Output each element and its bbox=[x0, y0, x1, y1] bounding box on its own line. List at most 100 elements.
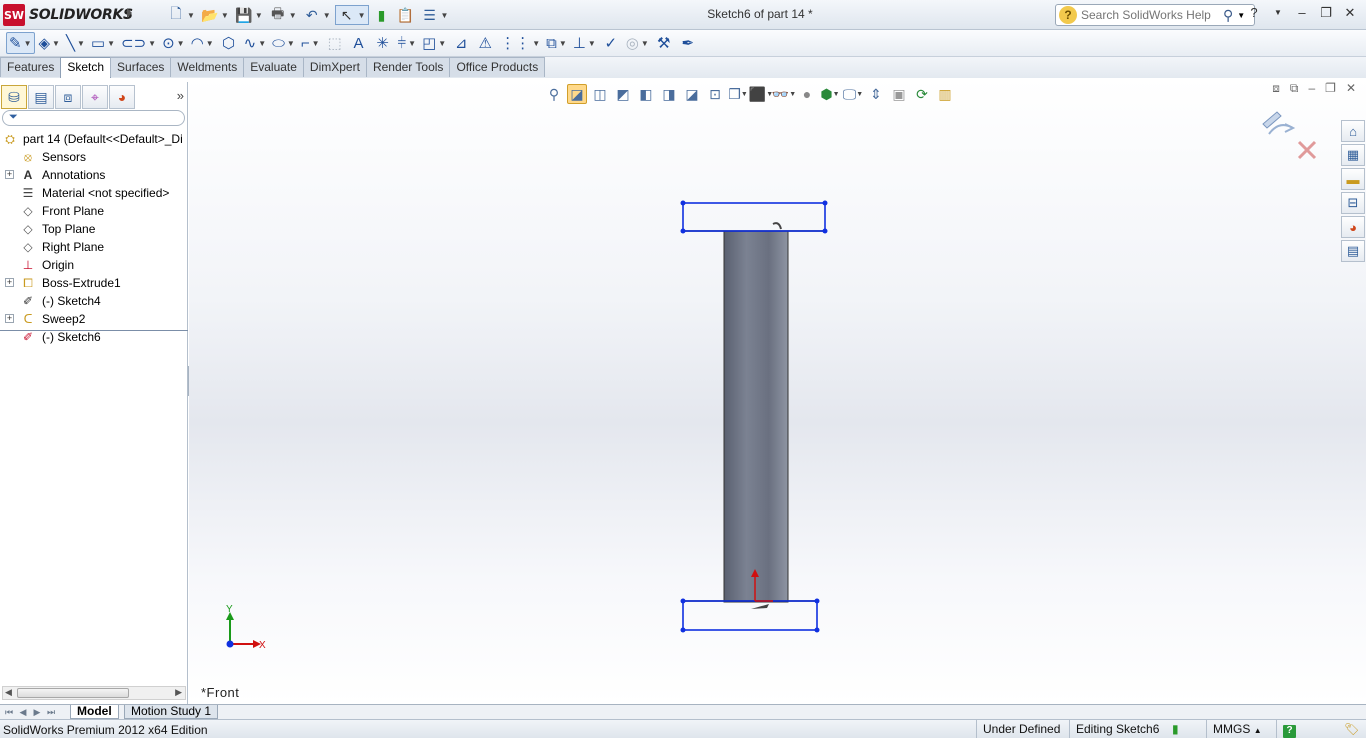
chevron-down-icon[interactable]: ▼ bbox=[187, 11, 195, 20]
circle-button[interactable]: ⊙ ▼ bbox=[160, 32, 187, 54]
tab-dimxpert[interactable]: DimXpert bbox=[302, 57, 367, 77]
graphics-area[interactable]: Y X ⚲ ◪ ◫ ◩ ◧ ◨ ◪ ⊡ ❒ ▼ ⬛ ▼ 👓 ▼ ● ⬢ ▼ 🖵 ▼ ⇕ ▣… bbox=[189, 78, 1366, 704]
tab-render-tools[interactable]: Render Tools bbox=[365, 57, 451, 77]
expand-plus-icon[interactable]: + bbox=[5, 314, 14, 323]
plane-button[interactable]: ⬚ bbox=[324, 32, 346, 54]
line-button[interactable]: ╲ ▼ bbox=[64, 32, 87, 54]
tree-item-origin[interactable]: ⊥ Origin bbox=[0, 256, 188, 274]
view-right-button[interactable]: ◧ bbox=[636, 84, 656, 104]
tab-motion-study[interactable]: Motion Study 1 bbox=[124, 705, 219, 719]
tab-model[interactable]: Model bbox=[70, 705, 119, 719]
chevron-down-icon[interactable]: ▼ bbox=[532, 39, 540, 48]
zoom-to-fit-button[interactable]: ⚲ bbox=[544, 84, 564, 104]
chevron-down-icon[interactable]: ▼ bbox=[358, 11, 366, 20]
tab-display-manager[interactable]: ◕ bbox=[109, 85, 135, 109]
chevron-down-icon[interactable]: ▼ bbox=[438, 39, 446, 48]
tree-item-right-plane[interactable]: ◇ Right Plane bbox=[0, 238, 188, 256]
convert-entities-button[interactable]: ◰ ▼ bbox=[420, 32, 448, 54]
quick-tips-button[interactable]: ? bbox=[1276, 720, 1302, 738]
chevron-down-icon[interactable]: ▼ bbox=[856, 91, 863, 98]
chevron-down-icon[interactable]: ▼ bbox=[221, 11, 229, 20]
fillet-button[interactable]: ⌐ ▼ bbox=[299, 32, 322, 54]
rectangle-button[interactable]: ▭ ▼ bbox=[89, 32, 117, 54]
chevron-down-icon[interactable]: ▼ bbox=[1237, 11, 1245, 20]
chevron-down-icon[interactable]: ▼ bbox=[441, 11, 449, 20]
tab-features[interactable]: Features bbox=[0, 57, 62, 77]
chevron-down-icon[interactable]: ▼ bbox=[312, 39, 320, 48]
tree-item-material[interactable]: ☰ Material <not specified> bbox=[0, 184, 188, 202]
cancel-sketch-icon[interactable] bbox=[1297, 140, 1317, 160]
chevron-down-icon[interactable]: ▼ bbox=[289, 11, 297, 20]
minimize-icon[interactable]: – bbox=[1308, 81, 1315, 95]
scrollbar-thumb[interactable] bbox=[17, 688, 129, 698]
last-tab-icon[interactable]: ⏭ bbox=[45, 706, 57, 718]
tab-office-products[interactable]: Office Products bbox=[449, 57, 546, 77]
next-tab-icon[interactable]: ▶ bbox=[31, 706, 43, 718]
tree-item-annotations[interactable]: + A Annotations bbox=[0, 166, 188, 184]
help-search-box[interactable]: ? ⚲ ▼ bbox=[1055, 4, 1255, 26]
solidworks-logo[interactable]: SW SOLIDWORKS bbox=[0, 0, 136, 30]
options-button[interactable]: ☰ ▼ bbox=[419, 5, 451, 25]
chevron-down-icon[interactable]: ▼ bbox=[148, 39, 156, 48]
edit-appearance-button[interactable]: ● bbox=[797, 84, 817, 104]
tab-evaluate[interactable]: Evaluate bbox=[243, 57, 304, 77]
resources-tab[interactable]: ⌂ bbox=[1341, 120, 1365, 142]
slot-button[interactable]: ⊂⊃ ▼ bbox=[119, 32, 158, 54]
tree-item-top-plane[interactable]: ◇ Top Plane bbox=[0, 220, 188, 238]
sketch-button[interactable]: ✎ ▼ bbox=[6, 32, 35, 54]
custom-properties-tab[interactable]: ▤ bbox=[1341, 240, 1365, 262]
open-button[interactable]: 📂 ▼ bbox=[199, 5, 231, 25]
chevron-down-icon[interactable]: ▼ bbox=[177, 39, 185, 48]
tab-property-manager[interactable]: ▤ bbox=[28, 85, 54, 109]
polygon-button[interactable]: ⬡ bbox=[218, 32, 240, 54]
restore-icon[interactable]: ❐ bbox=[1325, 81, 1336, 95]
apply-scene-button[interactable]: ⬢ ▼ bbox=[820, 84, 840, 104]
appearances-tab[interactable]: ◕ bbox=[1341, 216, 1365, 238]
chevron-down-icon[interactable]: ▼ bbox=[559, 39, 567, 48]
display-style-button[interactable]: ⬛ ▼ bbox=[749, 84, 773, 104]
file-explorer-tab[interactable]: ▬ bbox=[1341, 168, 1365, 190]
file-properties-button[interactable]: 📋 bbox=[395, 5, 417, 25]
view-top-button[interactable]: ◨ bbox=[659, 84, 679, 104]
chevron-down-icon[interactable]: ▼ bbox=[741, 91, 748, 98]
view-settings-button[interactable]: 🖵 ▼ bbox=[843, 84, 863, 104]
exit-sketch-icon[interactable] bbox=[1262, 111, 1296, 135]
offset-entities-button[interactable]: ⊿ bbox=[450, 32, 472, 54]
smart-dimension-button[interactable]: ◈ ▼ bbox=[37, 32, 62, 54]
chevron-down-icon[interactable]: ▼ bbox=[206, 39, 214, 48]
tag-icon[interactable]: 🏷 bbox=[1338, 720, 1365, 738]
chevron-down-icon[interactable]: ▼ bbox=[287, 39, 295, 48]
ellipse-button[interactable]: ⬭ ▼ bbox=[270, 32, 297, 54]
help-menu-icon[interactable]: ? bbox=[1246, 5, 1262, 21]
repair-sketch-button[interactable]: ✓ bbox=[600, 32, 622, 54]
instant-3d-button[interactable]: ⚒ bbox=[653, 32, 675, 54]
section-view-button[interactable]: ▣ bbox=[889, 84, 909, 104]
rebuild-indicator[interactable]: ▮ bbox=[1166, 720, 1200, 738]
select-button[interactable]: ↖ ▼ bbox=[334, 5, 369, 25]
move-entities-button[interactable]: ⧉ ▼ bbox=[544, 32, 569, 54]
split-view-icon[interactable]: ⧉ bbox=[1290, 81, 1299, 96]
chevron-down-icon[interactable]: ▼ bbox=[408, 39, 416, 48]
tab-feature-manager[interactable]: ⛁ bbox=[1, 85, 27, 109]
expand-plus-icon[interactable]: + bbox=[5, 170, 14, 179]
arc-button[interactable]: ◠ ▼ bbox=[189, 32, 216, 54]
chevron-down-icon[interactable]: ▼ bbox=[323, 11, 331, 20]
tree-item-front-plane[interactable]: ◇ Front Plane bbox=[0, 202, 188, 220]
chevron-down-icon[interactable]: ▼ bbox=[52, 39, 60, 48]
trim-button[interactable]: ⫩ ▼ bbox=[396, 32, 419, 54]
tab-dimxpert-manager[interactable]: ⌖ bbox=[82, 85, 108, 109]
point-button[interactable]: ✳ bbox=[372, 32, 394, 54]
design-library-tab[interactable]: ▦ bbox=[1341, 144, 1365, 166]
tree-item-boss-extrude1[interactable]: + ⧠ Boss-Extrude1 bbox=[0, 274, 188, 292]
view-back-button[interactable]: ◫ bbox=[590, 84, 610, 104]
tree-item-sweep2[interactable]: + ᑕ Sweep2 bbox=[0, 310, 188, 328]
linear-pattern-button[interactable]: ⋮⋮ ▼ bbox=[498, 32, 542, 54]
quick-snaps-button[interactable]: ◎ ▼ bbox=[624, 32, 651, 54]
spline-button[interactable]: ∿ ▼ bbox=[242, 32, 269, 54]
tab-surfaces[interactable]: Surfaces bbox=[110, 57, 172, 77]
view-orientation-button[interactable]: ❒ ▼ bbox=[728, 84, 748, 104]
chevron-down-icon[interactable]: ▼ bbox=[641, 39, 649, 48]
minimize-icon[interactable]: – bbox=[1294, 5, 1310, 21]
tree-item-sensors[interactable]: ⦻ Sensors bbox=[0, 148, 188, 166]
rebuild-button[interactable]: ▮ bbox=[371, 5, 393, 25]
